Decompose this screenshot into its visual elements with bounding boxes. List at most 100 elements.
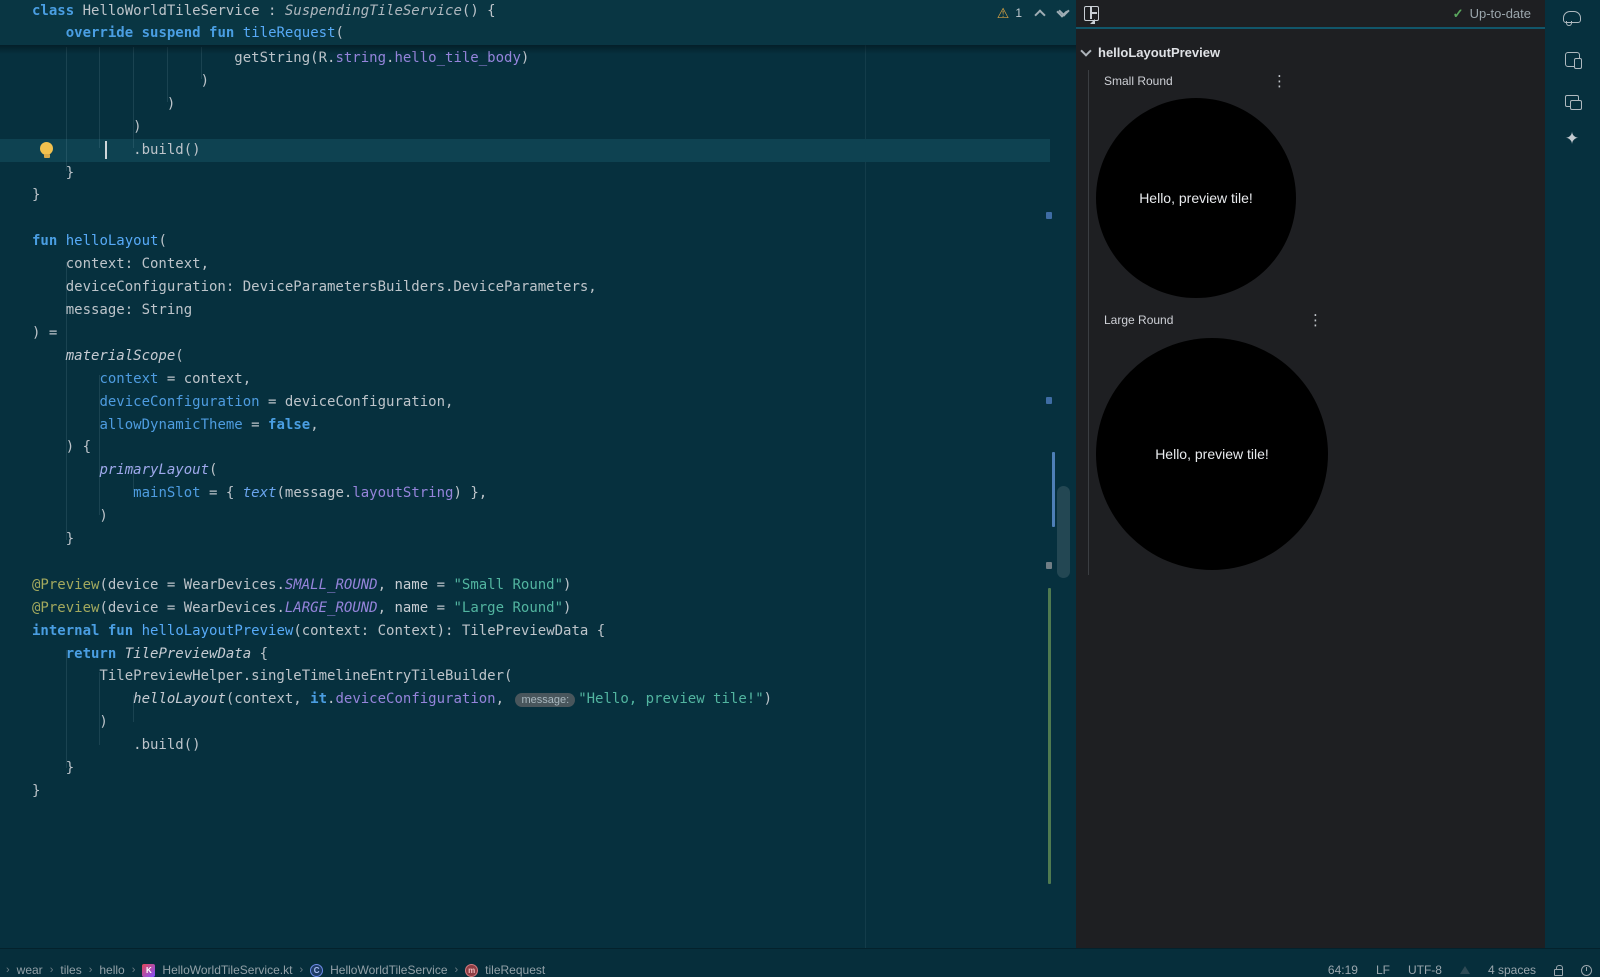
code-line[interactable]: fun helloLayout( (0, 230, 1050, 253)
code-line[interactable] (0, 207, 1050, 230)
breadcrumb-item[interactable]: HelloWorldTileService.kt (162, 963, 292, 977)
code-token: context: Context, (32, 256, 209, 272)
code-token (201, 25, 209, 41)
code-line[interactable]: } (0, 757, 1050, 780)
code-token (133, 623, 141, 639)
caret-position[interactable]: 64:19 (1328, 963, 1358, 977)
code-line[interactable]: .build() (0, 734, 1050, 757)
code-token: , (310, 417, 318, 433)
indent-guide (99, 375, 100, 515)
code-line[interactable]: message: String (0, 299, 1050, 322)
code-line[interactable]: deviceConfiguration = deviceConfiguratio… (0, 391, 1050, 414)
code-line[interactable]: } (0, 528, 1050, 551)
code-token: , (496, 691, 513, 707)
tree-indent-guide (1088, 70, 1089, 575)
code-token: "Hello, preview tile!" (578, 691, 763, 707)
collapse-chevron-icon[interactable] (1080, 45, 1091, 56)
code-line[interactable]: context = context, (0, 368, 1050, 391)
running-devices-button[interactable] (1559, 46, 1585, 72)
scrollbar-mark (1046, 397, 1052, 404)
code-token: name (394, 600, 428, 616)
code-token: = (428, 600, 453, 616)
code-token (32, 646, 66, 662)
preview-group-header[interactable]: helloLayoutPreview (1082, 45, 1220, 60)
code-token: helloLayout (66, 233, 159, 249)
prev-issue-icon[interactable] (1034, 9, 1045, 20)
preview-menu-icon[interactable]: ⋮ (1272, 74, 1287, 89)
code-line[interactable]: ) (0, 116, 1050, 139)
editor-scrollbar-thumb[interactable] (1057, 486, 1070, 578)
indent-guide (167, 47, 168, 102)
code-token: = deviceConfiguration, (260, 394, 454, 410)
code-line[interactable]: allowDynamicTheme = false, (0, 414, 1050, 437)
right-tool-stripe: ✦ (1545, 0, 1600, 948)
code-line[interactable]: @Preview(device = WearDevices.SMALL_ROUN… (0, 574, 1050, 597)
encoding[interactable]: UTF-8 (1408, 963, 1442, 977)
code-line[interactable]: .build() (0, 139, 1050, 162)
gemini-button[interactable]: ✦ (1559, 126, 1585, 152)
code-line[interactable]: materialScope( (0, 345, 1050, 368)
code-token: text (243, 485, 277, 501)
breadcrumb-item[interactable]: HelloWorldTileService (330, 963, 447, 977)
code-token: = context, (158, 371, 251, 387)
indent-guide (133, 465, 134, 490)
code-line[interactable]: return TilePreviewData { (0, 643, 1050, 666)
indent-guide (99, 47, 100, 148)
sticky-lines-header[interactable]: class HelloWorldTileService : Suspending… (0, 0, 1076, 45)
sticky-code-line[interactable]: class HelloWorldTileService : Suspending… (0, 0, 1076, 22)
code-line[interactable]: ) { (0, 436, 1050, 459)
tile-preview-small-round[interactable]: Hello, preview tile! (1096, 98, 1296, 298)
tile-preview-large-round[interactable]: Hello, preview tile! (1096, 338, 1328, 570)
code-token: helloLayout (133, 691, 226, 707)
breadcrumb[interactable]: › wear › tiles › hello › K HelloWorldTil… (6, 963, 545, 977)
breadcrumb-item[interactable]: hello (99, 963, 124, 977)
code-line[interactable]: ) (0, 711, 1050, 734)
code-token: = (243, 417, 268, 433)
code-token: deviceConfiguration (335, 691, 495, 707)
code-token: ( (209, 462, 217, 478)
code-token: .build() (32, 142, 201, 158)
code-line[interactable]: } (0, 162, 1050, 185)
indent-guide (66, 47, 67, 171)
code-token: (context: Context): TilePreviewData { (293, 623, 605, 639)
code-line[interactable]: mainSlot = { text(message.layoutString) … (0, 482, 1050, 505)
status-bar: › wear › tiles › hello › K HelloWorldTil… (0, 948, 1600, 977)
scrollbar-mark (1052, 452, 1055, 527)
indent-size[interactable]: 4 spaces (1488, 963, 1536, 977)
lock-icon[interactable] (1554, 969, 1563, 976)
code-line[interactable]: context: Context, (0, 253, 1050, 276)
intention-bulb-icon[interactable] (40, 142, 53, 155)
code-token: name (394, 577, 428, 593)
code-line[interactable]: helloLayout(context, it.deviceConfigurat… (0, 688, 1050, 711)
breadcrumb-item[interactable]: tileRequest (485, 963, 545, 977)
code-token (57, 233, 65, 249)
code-token: false (268, 417, 310, 433)
code-token (234, 25, 242, 41)
code-line[interactable] (0, 551, 1050, 574)
indicator-icon[interactable] (1460, 966, 1470, 974)
sticky-code-line[interactable]: override suspend fun tileRequest( (0, 22, 1076, 44)
text-caret (105, 141, 107, 159)
code-line[interactable]: ) (0, 505, 1050, 528)
code-line[interactable]: primaryLayout( (0, 459, 1050, 482)
indent-guide (66, 262, 67, 540)
code-line[interactable]: internal fun helloLayoutPreview(context:… (0, 620, 1050, 643)
code-line[interactable]: TilePreviewHelper.singleTimelineEntryTil… (0, 665, 1050, 688)
code-token: , (378, 577, 395, 593)
device-manager-button[interactable] (1559, 88, 1585, 114)
code-line[interactable]: ) (0, 93, 1050, 116)
breadcrumb-item[interactable]: wear (17, 963, 43, 977)
code-line[interactable]: ) = (0, 322, 1050, 345)
line-ending[interactable]: LF (1376, 963, 1390, 977)
code-line[interactable]: } (0, 780, 1050, 803)
preview-menu-icon[interactable]: ⋮ (1308, 313, 1323, 328)
app-quality-insights-button[interactable] (1559, 4, 1585, 30)
code-area[interactable]: getString(R.string.hello_tile_body) ) ) … (0, 47, 1076, 803)
breadcrumb-item[interactable]: tiles (60, 963, 81, 977)
code-line[interactable]: ) (0, 70, 1050, 93)
code-editor[interactable]: getString(R.string.hello_tile_body) ) ) … (0, 0, 1076, 948)
clock-icon[interactable] (1581, 965, 1592, 976)
code-line[interactable]: @Preview(device = WearDevices.LARGE_ROUN… (0, 597, 1050, 620)
code-line[interactable]: } (0, 184, 1050, 207)
code-line[interactable]: deviceConfiguration: DeviceParametersBui… (0, 276, 1050, 299)
